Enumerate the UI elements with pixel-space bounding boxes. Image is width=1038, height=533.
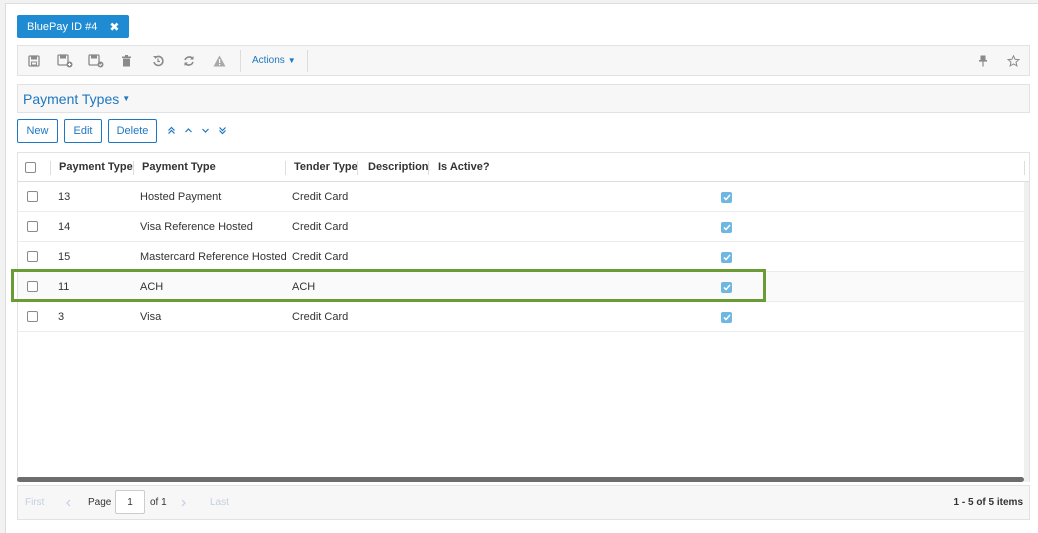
next-page-icon[interactable] — [181, 486, 187, 519]
cell-tender-type: ACH — [292, 280, 316, 293]
actions-label: Actions — [252, 55, 285, 66]
row-checkbox[interactable] — [27, 311, 38, 322]
cell-tender-type: Credit Card — [292, 220, 349, 233]
select-all-checkbox[interactable] — [25, 162, 36, 173]
active-check-icon — [721, 252, 732, 263]
edit-button[interactable]: Edit — [64, 119, 102, 143]
section-title: Payment Types — [23, 90, 120, 107]
active-check-icon — [721, 192, 732, 203]
warning-icon[interactable] — [204, 46, 235, 75]
last-page-link[interactable]: Last — [210, 486, 229, 519]
pager: First Page of 1 Last 1 - 5 of 5 items — [17, 485, 1030, 520]
column-divider — [428, 161, 429, 175]
save-and-close-icon[interactable] — [80, 46, 111, 75]
page-of-label: of 1 — [150, 497, 167, 508]
column-header-id[interactable]: Payment Type — [53, 153, 133, 181]
active-check-icon — [721, 312, 732, 323]
toolbar-right — [967, 46, 1029, 75]
horizontal-scrollbar[interactable] — [17, 477, 1024, 482]
move-up-icon[interactable] — [183, 123, 194, 137]
caret-down-icon: ▼ — [287, 56, 296, 65]
refresh-icon[interactable] — [173, 46, 204, 75]
toolbar-divider — [306, 49, 308, 72]
toolbar: Actions ▼ — [17, 45, 1030, 76]
row-checkbox[interactable] — [27, 221, 38, 232]
payment-types-grid: Payment Type Payment Type Tender Type De… — [17, 152, 1030, 482]
column-divider — [357, 161, 358, 175]
new-button[interactable]: New — [17, 119, 58, 143]
close-icon[interactable]: ✖ — [109, 20, 119, 34]
cell-payment-type: Mastercard Reference Hosted — [140, 250, 287, 263]
column-divider — [1024, 161, 1025, 175]
delete-button[interactable]: Delete — [108, 119, 157, 143]
star-icon[interactable] — [998, 46, 1029, 75]
table-row[interactable]: 13 Hosted Payment Credit Card — [18, 182, 1029, 212]
column-divider — [285, 161, 286, 175]
active-check-icon — [721, 222, 732, 233]
table-row[interactable]: 14 Visa Reference Hosted Credit Card — [18, 212, 1029, 242]
row-checkbox[interactable] — [27, 251, 38, 262]
caret-down-icon: ▼ — [122, 94, 131, 103]
cell-id: 13 — [58, 190, 71, 203]
cell-tender-type: Credit Card — [292, 250, 349, 263]
cell-id: 11 — [58, 280, 70, 293]
row-move-controls — [166, 123, 228, 137]
table-row[interactable]: 3 Visa Credit Card — [18, 302, 1029, 332]
page-label: Page — [88, 497, 112, 508]
toolbar-divider — [240, 49, 241, 72]
cell-id: 15 — [58, 250, 71, 263]
section-header[interactable]: Payment Types ▼ — [17, 84, 1030, 113]
column-divider — [133, 161, 134, 175]
cell-payment-type: Visa Reference Hosted — [140, 220, 253, 233]
cell-id: 3 — [58, 310, 65, 323]
pin-icon[interactable] — [967, 46, 998, 75]
column-divider — [50, 161, 51, 175]
table-row[interactable]: 11 ACH ACH — [18, 272, 1029, 302]
cell-tender-type: Credit Card — [292, 310, 349, 323]
undo-icon[interactable] — [142, 46, 173, 75]
page-number-input[interactable] — [115, 490, 145, 514]
record-tab[interactable]: BluePay ID #4 ✖ — [17, 15, 130, 38]
active-check-icon — [721, 282, 732, 293]
record-tab-title: BluePay ID #4 — [27, 20, 98, 33]
cell-tender-type: Credit Card — [292, 190, 349, 203]
actions-menu[interactable]: Actions ▼ — [246, 46, 302, 75]
prev-page-icon[interactable] — [65, 486, 71, 519]
move-bottom-icon[interactable] — [217, 123, 228, 137]
column-header-payment-type[interactable]: Payment Type — [136, 153, 216, 181]
delete-icon[interactable] — [111, 46, 142, 75]
column-header-tender-type[interactable]: Tender Type — [288, 153, 358, 181]
table-row[interactable]: 15 Mastercard Reference Hosted Credit Ca… — [18, 242, 1029, 272]
save-icon[interactable] — [18, 46, 49, 75]
row-checkbox[interactable] — [27, 191, 38, 202]
grid-header: Payment Type Payment Type Tender Type De… — [18, 153, 1029, 182]
first-page-link[interactable]: First — [25, 486, 44, 519]
cell-payment-type: Visa — [140, 310, 162, 323]
cell-payment-type: ACH — [140, 280, 164, 293]
cell-payment-type: Hosted Payment — [140, 190, 222, 203]
row-checkbox[interactable] — [27, 281, 38, 292]
vertical-scrollbar[interactable] — [1024, 182, 1029, 482]
column-header-is-active[interactable]: Is Active? — [432, 153, 490, 181]
cell-id: 14 — [58, 220, 71, 233]
save-and-new-icon[interactable] — [49, 46, 80, 75]
column-header-description[interactable]: Description — [362, 153, 429, 181]
move-down-icon[interactable] — [200, 123, 211, 137]
item-count: 1 - 5 of 5 items — [953, 497, 1023, 508]
move-top-icon[interactable] — [166, 123, 177, 137]
